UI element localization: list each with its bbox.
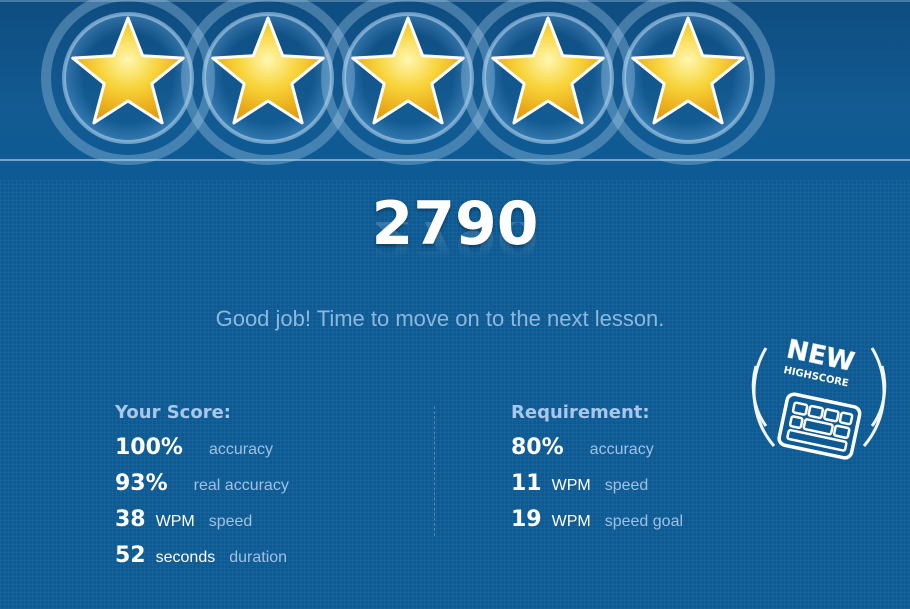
your-score-section: Your Score: 100% accuracy 93% real accur… [115, 402, 289, 579]
stat-row: 38 WPM speed [115, 507, 289, 543]
stat-value: 93% [115, 471, 168, 496]
stat-value: 11 [511, 471, 542, 496]
stat-unit: WPM [155, 513, 195, 530]
stat-label: speed [208, 513, 253, 530]
stat-row: 80% accuracy [511, 435, 683, 471]
stat-value: 19 [511, 507, 542, 532]
stat-value: 38 [115, 507, 146, 532]
stat-value: 100% [115, 435, 183, 460]
stat-label: accuracy [208, 441, 273, 458]
stat-row: 11 WPM speed [511, 471, 683, 507]
your-score-heading: Your Score: [115, 402, 231, 423]
keyboard-icon [777, 392, 862, 460]
requirement-heading: Requirement: [511, 402, 650, 423]
stat-label: speed goal [604, 513, 684, 530]
requirement-section: Requirement: 80% accuracy 11 WPM speed 1… [511, 402, 683, 543]
stat-label: speed [604, 477, 649, 494]
star-rating [0, 0, 910, 165]
stat-row: 52 seconds duration [115, 543, 289, 579]
score-reflection: 2790 [371, 222, 539, 271]
stat-value: 80% [511, 435, 564, 460]
stat-row: 93% real accuracy [115, 471, 289, 507]
stat-unit: WPM [551, 477, 591, 494]
stat-label: accuracy [589, 441, 654, 458]
stat-value: 52 [115, 543, 146, 568]
stat-unit: WPM [551, 513, 591, 530]
stat-row: 100% accuracy [115, 435, 289, 471]
star-rating-banner [0, 0, 910, 180]
stat-label: duration [229, 549, 288, 566]
column-divider [434, 406, 435, 536]
new-highscore-badge: NEW HIGHSCORE [744, 318, 894, 483]
stat-row: 19 WPM speed goal [511, 507, 683, 543]
stat-label: real accuracy [193, 477, 289, 494]
stat-unit: seconds [155, 549, 216, 566]
